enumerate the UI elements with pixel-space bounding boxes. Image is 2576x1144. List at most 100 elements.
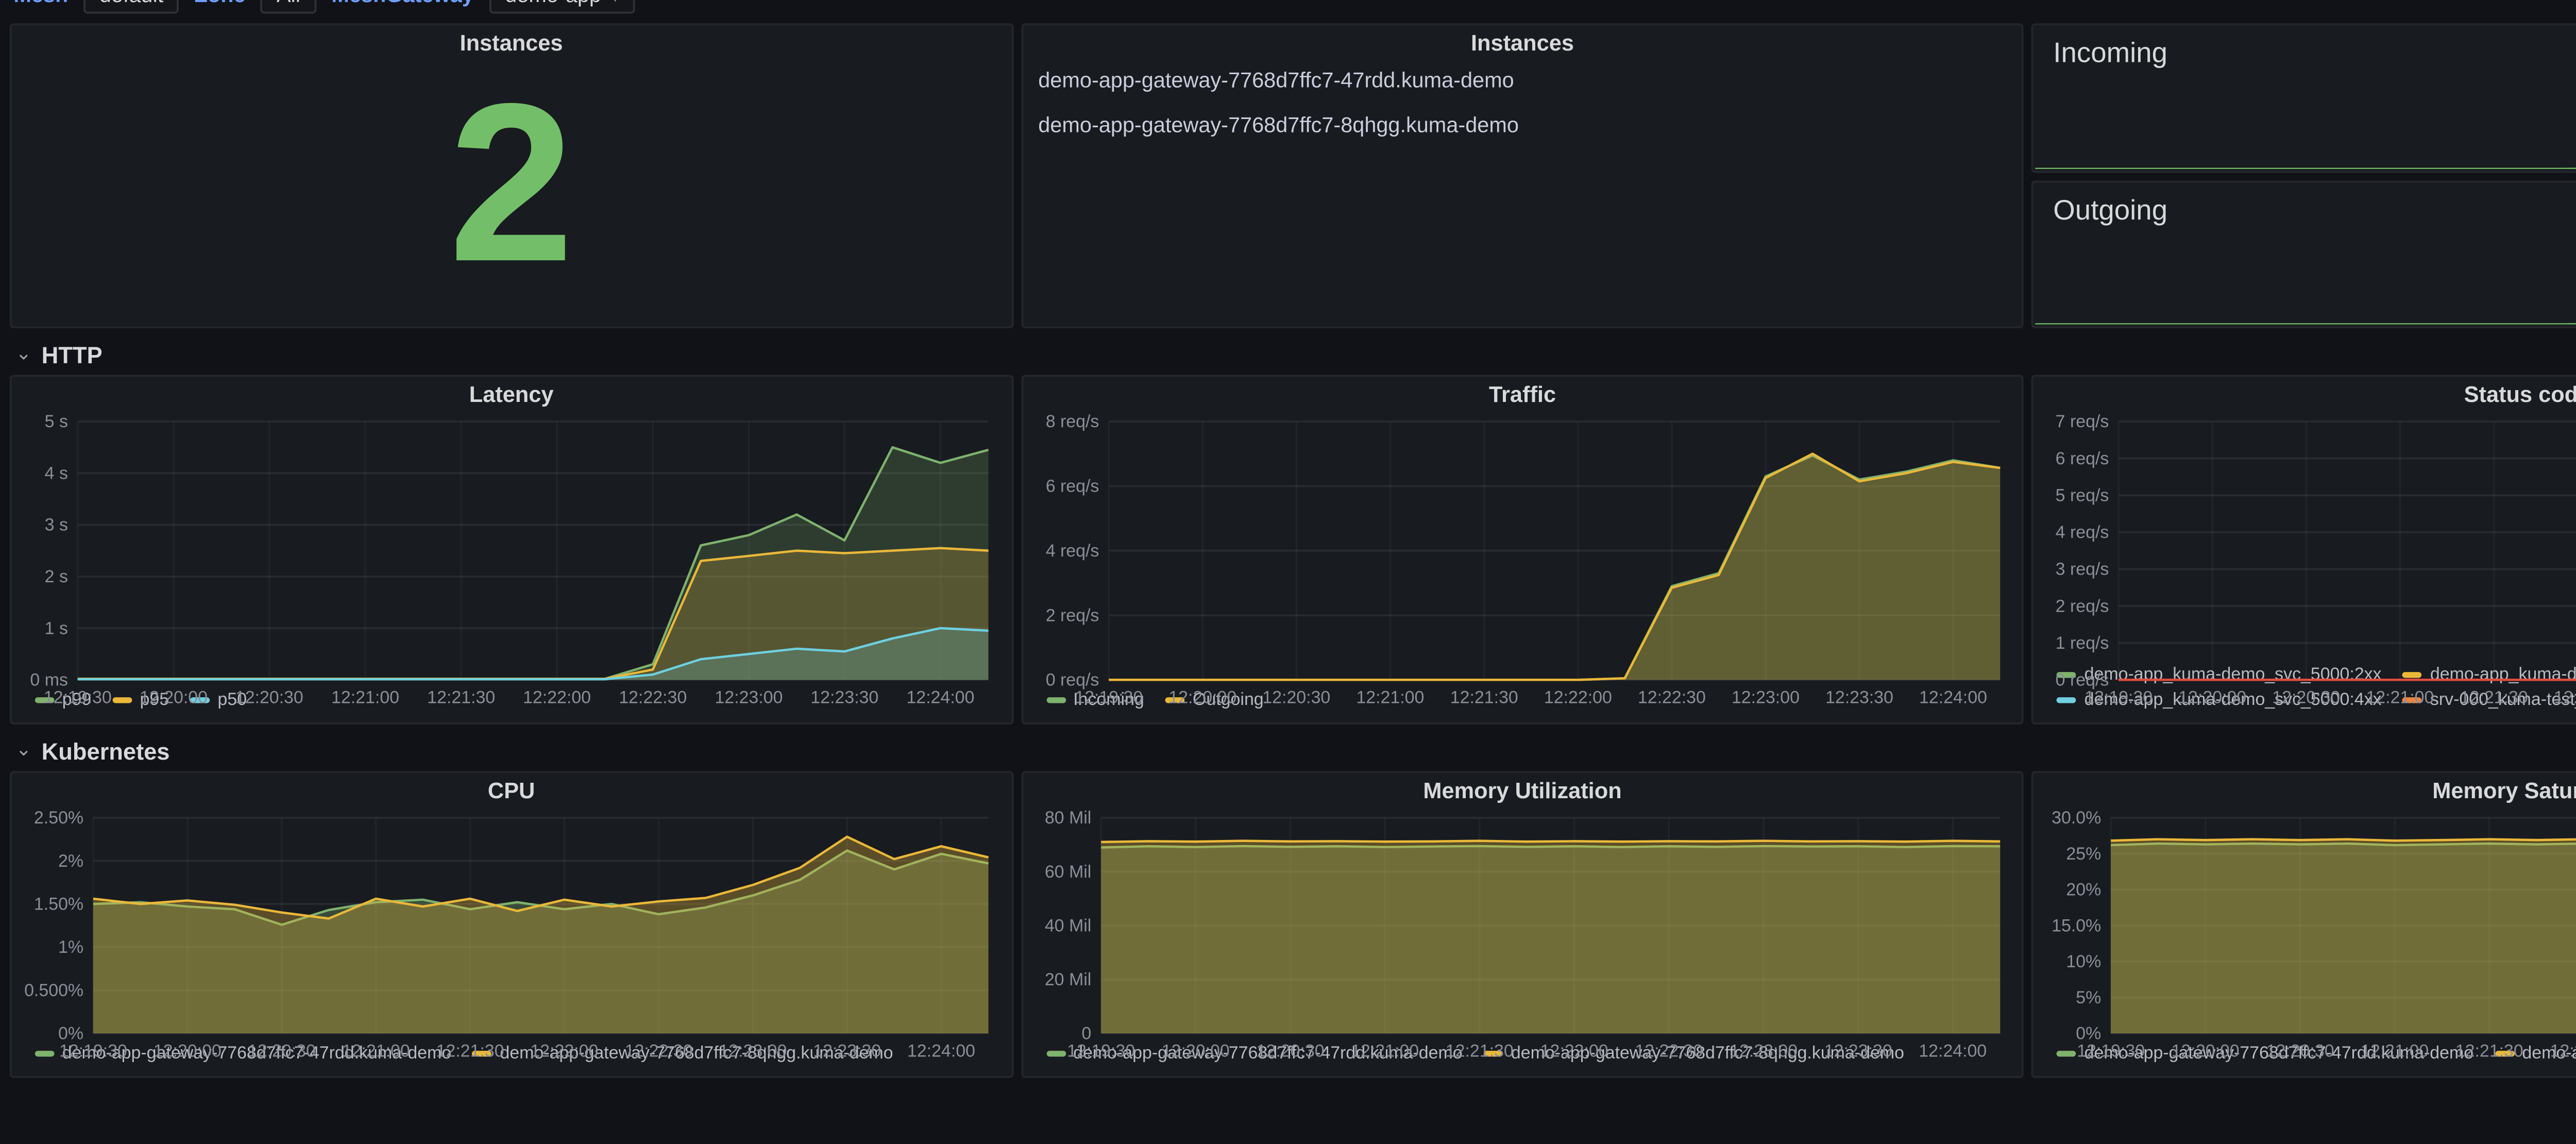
variables-bar: Mesh default Zone All MeshGateway demo-a… <box>10 0 2576 18</box>
svg-text:12:19:30: 12:19:30 <box>2085 687 2153 707</box>
svg-text:5 req/s: 5 req/s <box>2056 485 2110 505</box>
svg-text:12:20:30: 12:20:30 <box>248 1041 316 1061</box>
grafana-dashboard: Mesh default Zone All MeshGateway demo-a… <box>0 0 2576 1144</box>
panel-title[interactable]: Incoming <box>2053 39 2167 70</box>
svg-text:12:23:00: 12:23:00 <box>1731 687 1799 707</box>
var-value-zone[interactable]: All <box>261 0 316 14</box>
var-label-zone: Zone <box>195 0 246 8</box>
svg-text:2%: 2% <box>58 851 83 871</box>
svg-text:4 req/s: 4 req/s <box>2056 523 2110 542</box>
svg-text:12:24:00: 12:24:00 <box>907 1041 975 1061</box>
panel-title[interactable]: Memory Utilization <box>1035 773 2011 806</box>
svg-text:12:21:00: 12:21:00 <box>331 687 399 707</box>
panel-title[interactable]: Latency <box>23 377 999 410</box>
variables-row: Mesh default Zone All MeshGateway demo-a… <box>13 0 635 18</box>
svg-text:0%: 0% <box>58 1024 83 1044</box>
svg-text:5 s: 5 s <box>45 412 68 431</box>
svg-text:12:21:30: 12:21:30 <box>1450 687 1518 707</box>
svg-text:2 s: 2 s <box>45 567 68 586</box>
panel-instances-list: Instances demo-app-gateway-7768d7ffc7-47… <box>1021 23 2024 328</box>
svg-text:0 req/s: 0 req/s <box>2056 670 2110 690</box>
svg-text:0.500%: 0.500% <box>24 981 83 1000</box>
svg-text:12:23:30: 12:23:30 <box>813 1041 881 1061</box>
panel-traffic: Traffic 0 req/s 2 req/s 4 req/s 6 req/s 8 re… <box>1021 375 2024 725</box>
svg-text:12:20:00: 12:20:00 <box>2172 1041 2240 1061</box>
top-row: Instances 2 Instances demo-app-gateway-7… <box>9 23 2576 328</box>
panel-title[interactable]: Instances <box>1023 25 2022 58</box>
svg-text:20 Mil: 20 Mil <box>1044 970 1091 989</box>
svg-text:12:22:00: 12:22:00 <box>2551 1041 2576 1061</box>
panel-incoming: Incoming 6.56req/s <box>2031 23 2576 172</box>
var-value-meshgateway-text: demo-app <box>505 0 601 8</box>
svg-text:1 s: 1 s <box>45 618 68 638</box>
row-header-http[interactable]: ⌄ HTTP <box>15 340 2576 369</box>
svg-text:12:22:30: 12:22:30 <box>1637 687 1705 707</box>
svg-text:12:19:30: 12:19:30 <box>2077 1041 2145 1061</box>
var-value-meshgateway[interactable]: demo-app ▾ <box>489 0 635 14</box>
svg-text:4 req/s: 4 req/s <box>1045 541 1098 561</box>
var-label-mesh: Mesh <box>13 0 68 8</box>
panel-memory-utilization: Memory Utilization 0 20 Mil 40 Mil 60 Mil 80… <box>1021 771 2024 1078</box>
svg-text:12:20:30: 12:20:30 <box>235 687 303 707</box>
svg-text:12:21:00: 12:21:00 <box>1355 687 1423 707</box>
svg-text:12:21:30: 12:21:30 <box>427 687 495 707</box>
svg-text:12:23:30: 12:23:30 <box>1825 687 1893 707</box>
chevron-down-icon: ▾ <box>611 0 620 7</box>
panel-outgoing: Outgoing 6.56req/s <box>2031 179 2576 328</box>
svg-text:0 req/s: 0 req/s <box>1045 670 1098 690</box>
svg-text:4 s: 4 s <box>45 463 68 483</box>
svg-text:8 req/s: 8 req/s <box>1045 412 1098 431</box>
svg-text:12:22:30: 12:22:30 <box>625 1041 693 1061</box>
svg-text:12:22:30: 12:22:30 <box>619 687 687 707</box>
chevron-down-icon: ⌄ <box>15 740 32 762</box>
svg-text:2 req/s: 2 req/s <box>2056 596 2110 616</box>
panel-title[interactable]: Memory Saturation <box>2045 773 2576 806</box>
svg-text:7 req/s: 7 req/s <box>2056 412 2110 431</box>
instances-count-value: 2 <box>448 55 574 308</box>
panel-title[interactable]: Traffic <box>1035 377 2011 410</box>
svg-text:2 req/s: 2 req/s <box>1045 605 1098 625</box>
var-value-mesh[interactable]: default <box>83 0 179 14</box>
svg-text:3 s: 3 s <box>45 515 68 535</box>
latency-chart[interactable]: 0 ms 1 s 2 s 3 s 4 s 5 s 12:19:30 12:20:00 12:20… <box>23 410 999 707</box>
svg-text:12:19:30: 12:19:30 <box>1066 1041 1134 1061</box>
svg-text:12:21:00: 12:21:00 <box>2361 1041 2429 1061</box>
svg-text:1 req/s: 1 req/s <box>2056 633 2110 653</box>
svg-text:12:20:30: 12:20:30 <box>2267 1041 2335 1061</box>
svg-text:6 req/s: 6 req/s <box>2056 449 2110 468</box>
panel-title[interactable]: Status codes <box>2045 377 2576 410</box>
panel-title[interactable]: Instances <box>12 25 1011 58</box>
traffic-chart[interactable]: 0 req/s 2 req/s 4 req/s 6 req/s 8 req/s 12:19… <box>1035 410 2011 707</box>
outgoing-sparkline[interactable] <box>2036 247 2576 326</box>
section-title: Kubernetes <box>41 737 170 765</box>
memory-saturation-chart[interactable]: 0% 5% 10% 15.0% 20% 25% 30.0% 12:19:30 12:20:00 1… <box>2045 806 2576 1061</box>
row-header-kubernetes[interactable]: ⌄ Kubernetes <box>15 736 2576 766</box>
svg-text:12:22:30: 12:22:30 <box>1634 1041 1702 1061</box>
svg-text:12:24:00: 12:24:00 <box>1919 687 1987 707</box>
cpu-chart[interactable]: 0% 0.500% 1% 1.50% 2% 2.50% 12:19:30 12:20:00 12… <box>23 806 999 1061</box>
svg-text:60 Mil: 60 Mil <box>1044 862 1091 882</box>
svg-text:12:20:30: 12:20:30 <box>1256 1041 1324 1061</box>
memory-utilization-chart[interactable]: 0 20 Mil 40 Mil 60 Mil 80 Mil 12:19:30 12:20:0… <box>1035 806 2011 1061</box>
svg-text:12:19:30: 12:19:30 <box>59 1041 127 1061</box>
svg-text:12:23:00: 12:23:00 <box>1729 1041 1797 1061</box>
svg-text:25%: 25% <box>2067 844 2102 864</box>
status-codes-chart[interactable]: 0 req/s 1 req/s 2 req/s 3 req/s 4 req/s 5 req… <box>2045 410 2576 707</box>
svg-text:0 ms: 0 ms <box>30 670 67 690</box>
svg-text:5%: 5% <box>2076 988 2102 1007</box>
svg-text:12:23:30: 12:23:30 <box>1823 1041 1891 1061</box>
incoming-sparkline[interactable] <box>2036 90 2576 170</box>
panel-instances-stat: Instances 2 <box>9 23 1013 328</box>
svg-text:15.0%: 15.0% <box>2052 916 2102 935</box>
svg-text:12:21:00: 12:21:00 <box>1350 1041 1418 1061</box>
svg-text:12:21:30: 12:21:30 <box>2461 687 2529 707</box>
panel-title[interactable]: CPU <box>23 773 999 806</box>
svg-text:12:24:00: 12:24:00 <box>1918 1041 1986 1061</box>
svg-text:12:20:00: 12:20:00 <box>1161 1041 1229 1061</box>
svg-text:12:23:00: 12:23:00 <box>719 1041 787 1061</box>
svg-text:1%: 1% <box>58 937 83 957</box>
svg-text:12:20:00: 12:20:00 <box>2179 687 2247 707</box>
svg-text:12:19:30: 12:19:30 <box>1074 687 1142 707</box>
var-value-zone-text: All <box>277 0 300 8</box>
panel-title[interactable]: Outgoing <box>2053 195 2167 226</box>
